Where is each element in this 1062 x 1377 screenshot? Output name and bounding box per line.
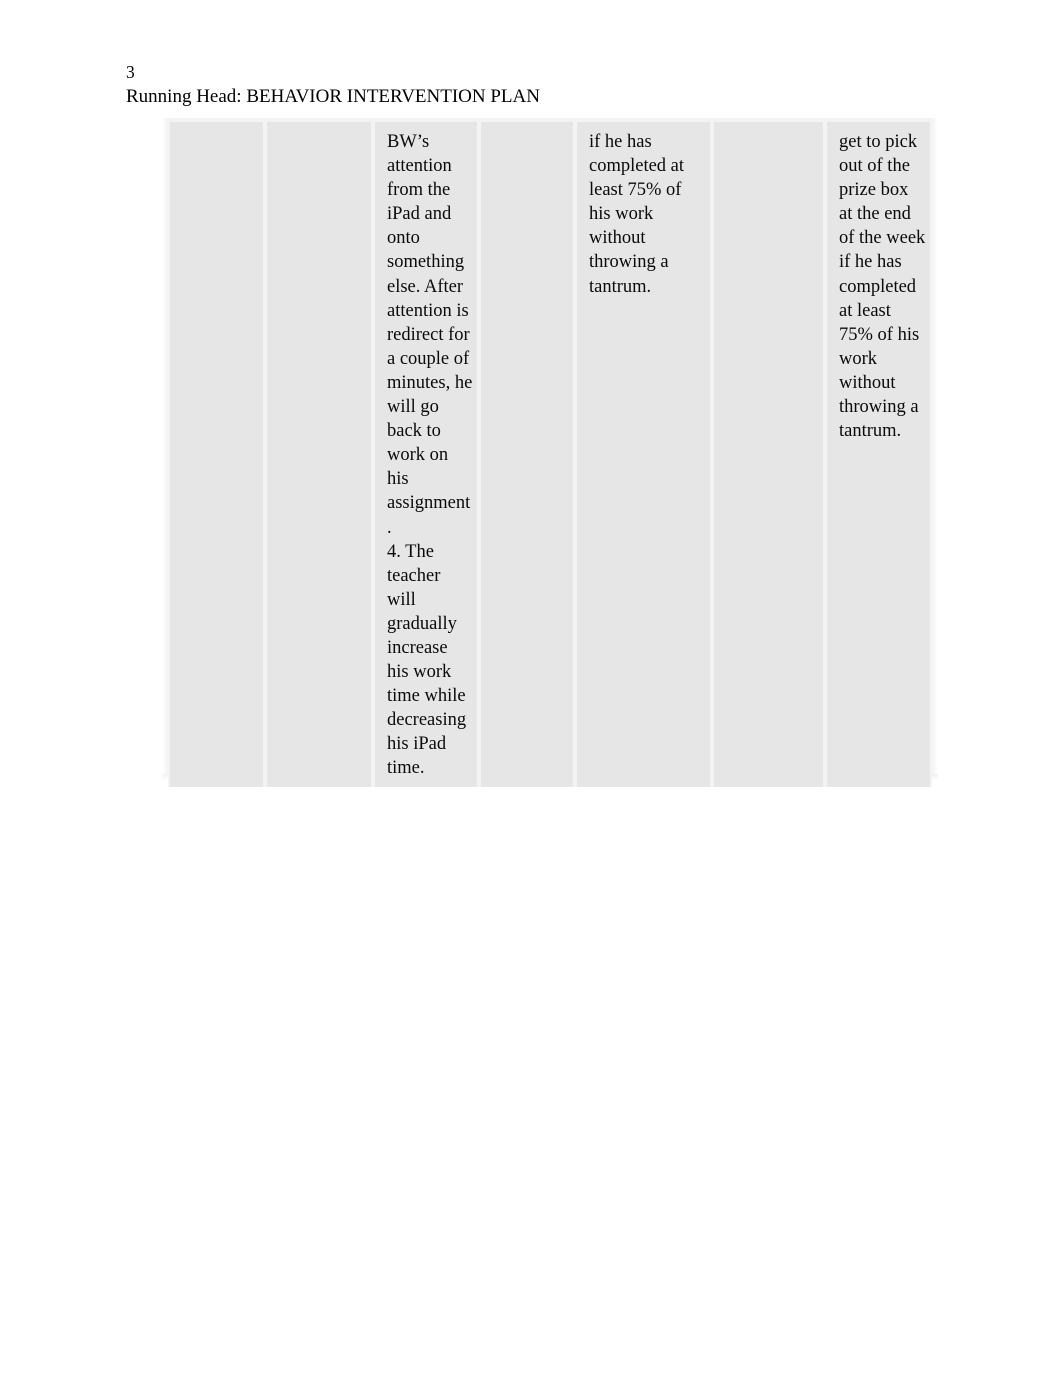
table-cell-text-column-6	[712, 122, 825, 136]
page-number: 3	[126, 62, 135, 82]
table-cell-text-column-5: if he has completed at least 75% of his …	[589, 132, 685, 297]
page-header: 3 Running Head: BEHAVIOR INTERVENTION PL…	[126, 60, 946, 109]
table-cell-text-column-3: BW’s attention from the iPad and onto so…	[387, 132, 473, 779]
behavior-plan-table: BW’s attention from the iPad and onto so…	[168, 122, 932, 787]
table-cell-text-column-4	[479, 122, 575, 136]
running-head: Running Head: BEHAVIOR INTERVENTION PLAN	[126, 86, 540, 107]
table-cell-column-3-intervention-steps: BW’s attention from the iPad and onto so…	[373, 122, 479, 787]
table-cell-text-column-7: get to pick out of the prize box at the …	[839, 132, 926, 442]
table-cell-text-column-2	[265, 122, 373, 136]
table-cell-column-4	[479, 122, 575, 787]
table-cell-text-column-1	[168, 122, 265, 136]
table-cell-column-6	[712, 122, 825, 787]
table-cell-column-2	[265, 122, 373, 787]
table-row: BW’s attention from the iPad and onto so…	[168, 122, 932, 787]
table-cell-column-7-reinforcement: get to pick out of the prize box at the …	[825, 122, 932, 787]
table-cell-column-5-criteria: if he has completed at least 75% of his …	[575, 122, 712, 787]
table-cell-column-1	[168, 122, 265, 787]
